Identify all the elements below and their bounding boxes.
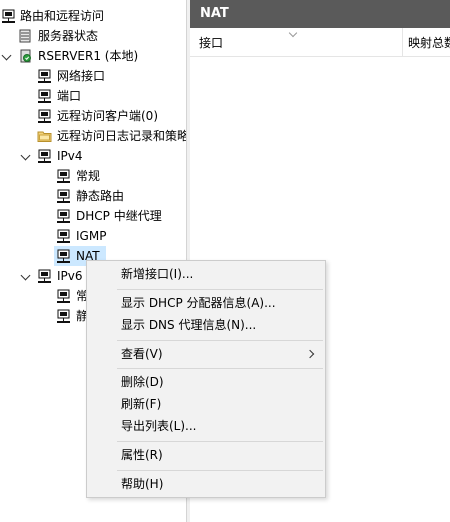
- menu-separator: [117, 441, 323, 442]
- menu-item-help[interactable]: 帮助(H): [87, 473, 325, 495]
- folder-icon: [37, 129, 52, 143]
- tree-label: RSERVER1 (本地): [38, 49, 139, 63]
- tree-label: 网络接口: [57, 69, 106, 83]
- menu-item-export-list[interactable]: 导出列表(L)...: [87, 415, 325, 437]
- tree-item-ipv4-igmp[interactable]: IGMP: [0, 226, 186, 246]
- pane-title: NAT: [190, 0, 450, 28]
- context-menu: 新增接口(I)... 显示 DHCP 分配器信息(A)... 显示 DNS 代理…: [86, 260, 326, 498]
- tree-label: DHCP 中继代理: [76, 209, 162, 223]
- tree-label: 远程访问客户端(0): [57, 109, 158, 123]
- menu-separator: [117, 368, 323, 369]
- tree-label: 静态路由: [76, 189, 125, 203]
- network-device-icon: [37, 89, 52, 103]
- tree-item-network-interfaces[interactable]: 网络接口: [0, 66, 186, 86]
- chevron-down-icon[interactable]: [1, 50, 12, 61]
- server-icon: [18, 49, 33, 63]
- tree-label: IPv6: [57, 269, 83, 283]
- chevron-down-icon[interactable]: [20, 270, 31, 281]
- column-header-mapping-count[interactable]: 映射总数: [408, 28, 450, 56]
- menu-item-refresh[interactable]: 刷新(F): [87, 393, 325, 415]
- chevron-right-icon: [305, 349, 315, 359]
- column-header-interface[interactable]: 接口: [199, 28, 223, 56]
- network-device-icon: [56, 209, 71, 223]
- tree-root-routing-remote-access[interactable]: 路由和远程访问: [0, 6, 186, 26]
- tree-item-ports[interactable]: 端口: [0, 86, 186, 106]
- network-device-icon: [1, 9, 16, 23]
- menu-item-delete[interactable]: 删除(D): [87, 371, 325, 393]
- tree-item-ipv4-static-routes[interactable]: 静态路由: [0, 186, 186, 206]
- tree-label: 服务器状态: [38, 29, 99, 43]
- network-device-icon: [56, 169, 71, 183]
- menu-item-show-dhcp-allocator[interactable]: 显示 DHCP 分配器信息(A)...: [87, 292, 325, 314]
- tree-item-ipv4-dhcp-relay[interactable]: DHCP 中继代理: [0, 206, 186, 226]
- tree-label: IPv4: [57, 149, 83, 163]
- network-device-icon: [37, 109, 52, 123]
- tree-label: 常规: [76, 169, 101, 183]
- server-status-icon: [18, 29, 33, 43]
- chevron-down-icon[interactable]: [20, 150, 31, 161]
- tree-item-remote-clients[interactable]: 远程访问客户端(0): [0, 106, 186, 126]
- menu-separator: [117, 470, 323, 471]
- network-device-icon: [37, 69, 52, 83]
- menu-item-view-label: 查看(V): [121, 347, 163, 361]
- tree-label: 路由和远程访问: [20, 9, 105, 23]
- tree-item-ipv4-general[interactable]: 常规: [0, 166, 186, 186]
- menu-separator: [117, 340, 323, 341]
- tree-label: IGMP: [76, 229, 107, 243]
- tree-item-server[interactable]: RSERVER1 (本地): [0, 46, 186, 66]
- network-device-icon: [56, 249, 71, 263]
- menu-item-view[interactable]: 查看(V): [87, 343, 325, 365]
- network-device-icon: [56, 309, 71, 323]
- network-device-icon: [56, 189, 71, 203]
- network-device-icon: [56, 229, 71, 243]
- network-device-icon: [56, 289, 71, 303]
- tree-item-server-status[interactable]: 服务器状态: [0, 26, 186, 46]
- network-device-icon: [37, 269, 52, 283]
- network-device-icon: [37, 149, 52, 163]
- menu-separator: [117, 289, 323, 290]
- menu-item-properties[interactable]: 属性(R): [87, 444, 325, 466]
- tree-item-remote-logging[interactable]: 远程访问日志记录和策略: [0, 126, 186, 146]
- list-column-header: 接口 映射总数: [190, 28, 450, 57]
- menu-item-show-dns-proxy[interactable]: 显示 DNS 代理信息(N)...: [87, 314, 325, 336]
- tree-item-ipv4[interactable]: IPv4: [0, 146, 186, 166]
- sort-ascending-icon: [288, 28, 298, 38]
- tree-label: 端口: [57, 89, 82, 103]
- menu-item-new-interface[interactable]: 新增接口(I)...: [87, 263, 325, 285]
- column-divider[interactable]: [402, 28, 403, 56]
- tree-label: 远程访问日志记录和策略: [57, 129, 186, 143]
